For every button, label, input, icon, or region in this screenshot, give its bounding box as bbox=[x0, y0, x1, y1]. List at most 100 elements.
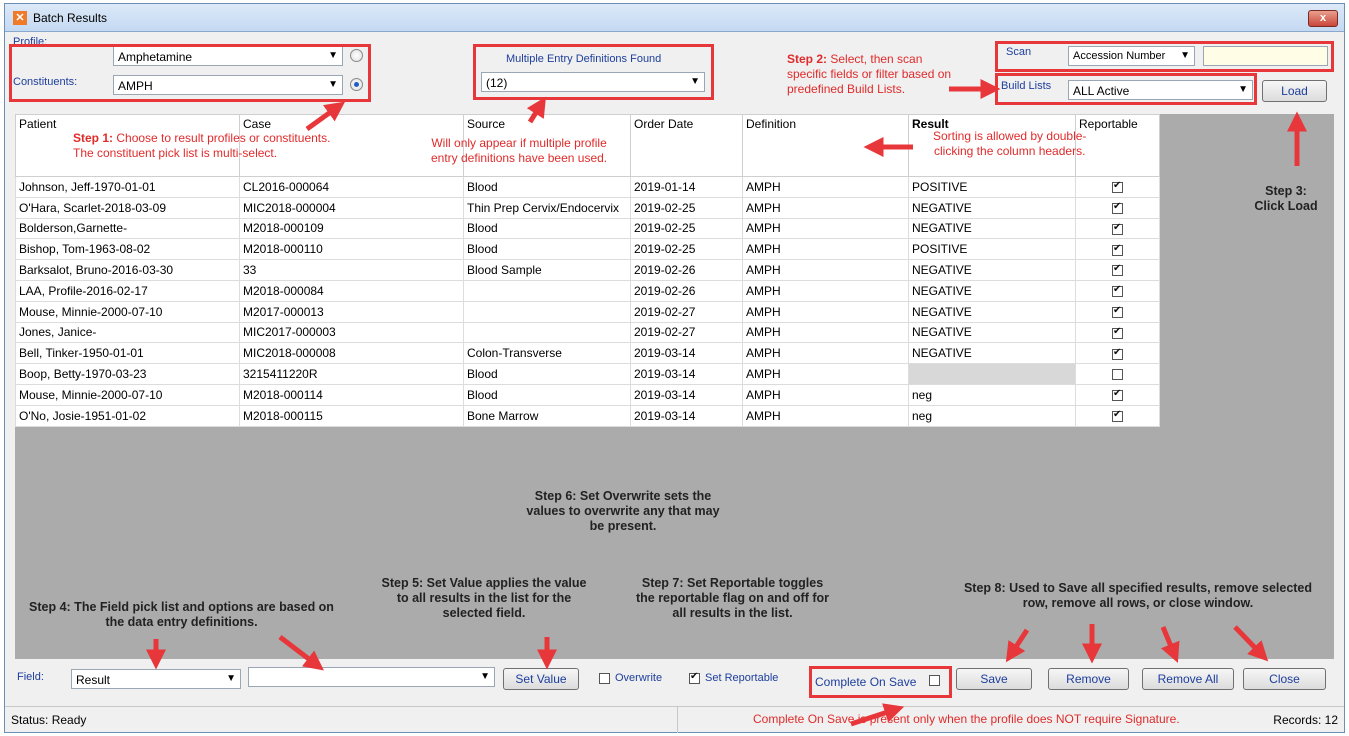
table-row[interactable]: Barksalot, Bruno-2016-03-30 33 Blood Sampl… bbox=[15, 259, 1160, 281]
step4-note: Step 4: The Field pick list and options … bbox=[29, 600, 334, 629]
step5-note: Step 5: Set Value applies the value to a… bbox=[381, 576, 587, 620]
cell-result[interactable]: NEGATIVE bbox=[908, 196, 1076, 219]
table-row[interactable]: Boop, Betty-1970-03-23 3215411220R Blood 20… bbox=[15, 363, 1160, 385]
step1-highlight-box bbox=[9, 44, 371, 102]
table-row[interactable]: O'Hara, Scarlet-2018-03-09 MIC2018-000004… bbox=[15, 196, 1160, 219]
cell-definition: AMPH bbox=[742, 363, 909, 385]
cell-definition: AMPH bbox=[742, 196, 909, 219]
cell-source: Bone Marrow bbox=[463, 404, 631, 427]
cell-case: M2017-000013 bbox=[239, 300, 464, 323]
cell-case: M2018-000109 bbox=[239, 217, 464, 240]
step1-line2: The constituent pick list is multi-selec… bbox=[73, 146, 278, 160]
reportable-checkbox[interactable] bbox=[1112, 409, 1123, 422]
reportable-checkbox[interactable] bbox=[1112, 305, 1123, 318]
multi-def-note-line2: entry definitions have been used. bbox=[431, 151, 608, 165]
cell-patient: Bell, Tinker-1950-01-01 bbox=[15, 342, 240, 365]
set-reportable-label: Set Reportable bbox=[705, 672, 779, 684]
table-row[interactable]: LAA, Profile-2016-02-17 M2018-000084 2019-… bbox=[15, 279, 1160, 302]
cell-result[interactable] bbox=[908, 363, 1076, 385]
cell-result[interactable]: POSITIVE bbox=[908, 176, 1076, 198]
load-button[interactable]: Load bbox=[1262, 80, 1327, 102]
cell-order-date: 2019-02-26 bbox=[630, 279, 743, 302]
cell-reportable bbox=[1075, 383, 1160, 406]
reportable-checkbox[interactable] bbox=[1112, 369, 1123, 381]
records-count: Records: 12 bbox=[1273, 713, 1338, 727]
reportable-checkbox[interactable] bbox=[1112, 326, 1123, 339]
cell-reportable bbox=[1075, 279, 1160, 302]
title-bar: ✕ Batch Results x bbox=[5, 4, 1344, 32]
cell-order-date: 2019-02-25 bbox=[630, 238, 743, 261]
cell-result[interactable]: NEGATIVE bbox=[908, 259, 1076, 281]
reportable-checkbox[interactable] bbox=[1112, 243, 1123, 256]
table-row[interactable]: Mouse, Minnie-2000-07-10 M2018-000114 Bloo… bbox=[15, 383, 1160, 406]
col-header-definition[interactable]: Definition bbox=[742, 114, 909, 177]
status-divider bbox=[677, 707, 678, 733]
cell-patient: Barksalot, Bruno-2016-03-30 bbox=[15, 259, 240, 281]
set-reportable-checkbox[interactable] bbox=[689, 671, 700, 684]
cell-order-date: 2019-02-26 bbox=[630, 259, 743, 281]
save-button[interactable]: Save bbox=[956, 668, 1032, 690]
overwrite-checkbox[interactable] bbox=[599, 673, 610, 684]
cell-definition: AMPH bbox=[742, 259, 909, 281]
cell-case: 33 bbox=[239, 259, 464, 281]
cell-patient: O'No, Josie-1951-01-02 bbox=[15, 404, 240, 427]
cell-result[interactable]: NEGATIVE bbox=[908, 342, 1076, 365]
remove-all-button[interactable]: Remove All bbox=[1142, 668, 1234, 690]
chevron-down-icon: ▼ bbox=[480, 671, 490, 682]
set-value-button[interactable]: Set Value bbox=[503, 668, 579, 690]
cell-result[interactable]: POSITIVE bbox=[908, 238, 1076, 261]
cell-source bbox=[463, 300, 631, 323]
cell-result[interactable]: NEGATIVE bbox=[908, 279, 1076, 302]
cell-result[interactable]: neg bbox=[908, 383, 1076, 406]
table-row[interactable]: Bishop, Tom-1963-08-02 M2018-000110 Blood 2… bbox=[15, 238, 1160, 261]
col-header-reportable[interactable]: Reportable bbox=[1075, 114, 1160, 177]
remove-button[interactable]: Remove bbox=[1048, 668, 1129, 690]
reportable-checkbox[interactable] bbox=[1112, 201, 1123, 215]
close-button[interactable]: Close bbox=[1243, 668, 1326, 690]
step1-note: Step 1: Choose to result profiles or con… bbox=[73, 131, 330, 161]
cell-definition: AMPH bbox=[742, 404, 909, 427]
cell-case: M2018-000115 bbox=[239, 404, 464, 427]
cell-source bbox=[463, 279, 631, 302]
cell-order-date: 2019-03-14 bbox=[630, 342, 743, 365]
sort-note-line1: Sorting is allowed by double- bbox=[933, 129, 1087, 143]
value-select[interactable]: ▼ bbox=[248, 667, 495, 687]
table-row[interactable]: Bolderson,Garnette- M2018-000109 Blood 2019… bbox=[15, 217, 1160, 240]
cell-reportable bbox=[1075, 217, 1160, 240]
table-row[interactable]: Johnson, Jeff-1970-01-01 CL2016-000064 Blo… bbox=[15, 176, 1160, 198]
cell-source: Colon-Transverse bbox=[463, 342, 631, 365]
table-row[interactable]: Jones, Janice- MIC2017-000003 2019-02-27 AM… bbox=[15, 321, 1160, 344]
cell-definition: AMPH bbox=[742, 238, 909, 261]
cell-patient: Bolderson,Garnette- bbox=[15, 217, 240, 240]
table-row[interactable]: Bell, Tinker-1950-01-01 MIC2018-000008 Col… bbox=[15, 342, 1160, 365]
cell-result[interactable]: neg bbox=[908, 404, 1076, 427]
window-close-button[interactable]: x bbox=[1308, 10, 1338, 27]
cell-definition: AMPH bbox=[742, 321, 909, 344]
cell-case: CL2016-000064 bbox=[239, 176, 464, 198]
step2-lead: Step 2: bbox=[787, 52, 828, 66]
step2-line2: specific fields or filter based on bbox=[787, 67, 952, 81]
complete-on-save-checkbox[interactable] bbox=[929, 675, 940, 686]
reportable-checkbox[interactable] bbox=[1112, 222, 1123, 235]
reportable-checkbox[interactable] bbox=[1112, 388, 1123, 402]
cell-source: Blood Sample bbox=[463, 259, 631, 281]
table-row[interactable]: Mouse, Minnie-2000-07-10 M2017-000013 2019… bbox=[15, 300, 1160, 323]
cell-source: Thin Prep Cervix/Endocervix bbox=[463, 196, 631, 219]
cell-source: Blood bbox=[463, 176, 631, 198]
chevron-down-icon: ▼ bbox=[226, 673, 236, 684]
cell-reportable bbox=[1075, 404, 1160, 427]
reportable-checkbox[interactable] bbox=[1112, 284, 1123, 298]
overwrite-label: Overwrite bbox=[615, 672, 663, 684]
reportable-checkbox[interactable] bbox=[1112, 180, 1123, 194]
reportable-checkbox[interactable] bbox=[1112, 347, 1123, 360]
multi-def-highlight-box bbox=[473, 44, 714, 100]
field-select[interactable]: Result ▼ bbox=[71, 669, 241, 689]
cell-definition: AMPH bbox=[742, 383, 909, 406]
bottom-panel: Field: Result ▼ ▼ Set Value Overwrite Se… bbox=[5, 659, 1344, 699]
cell-result[interactable]: NEGATIVE bbox=[908, 300, 1076, 323]
reportable-checkbox[interactable] bbox=[1112, 263, 1123, 277]
table-row[interactable]: O'No, Josie-1951-01-02 M2018-000115 Bone M… bbox=[15, 404, 1160, 427]
col-header-order-date[interactable]: Order Date bbox=[630, 114, 743, 177]
cell-result[interactable]: NEGATIVE bbox=[908, 321, 1076, 344]
cell-result[interactable]: NEGATIVE bbox=[908, 217, 1076, 240]
